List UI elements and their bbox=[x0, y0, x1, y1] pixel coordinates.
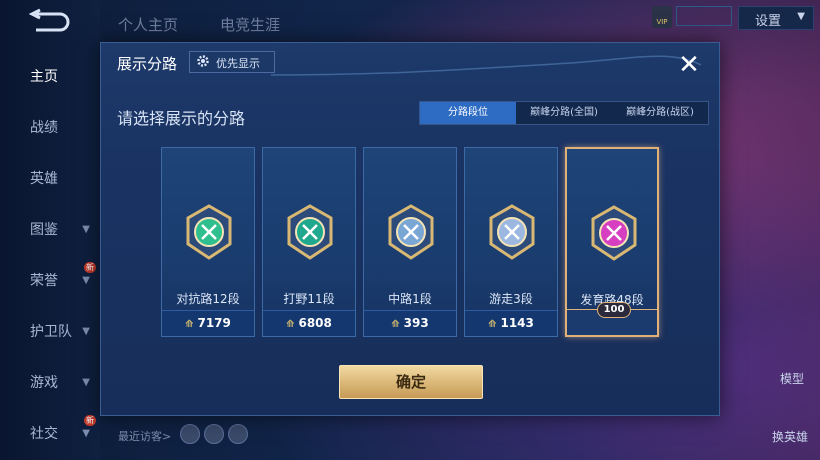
sidebar-item-label: 图鉴 bbox=[30, 222, 58, 238]
points-icon: ⟰ bbox=[286, 319, 295, 330]
lane-card[interactable]: 打野11段 ⟰ 6808 bbox=[262, 147, 356, 337]
roam-emblem bbox=[489, 204, 535, 260]
lane-points: ⟰ 1143 bbox=[465, 310, 557, 336]
visitor-avatar[interactable] bbox=[204, 424, 224, 444]
vip-badge: VIP bbox=[652, 6, 672, 28]
chevron-down-icon: ▼ bbox=[82, 376, 90, 388]
chevron-down-icon: ▼ bbox=[82, 325, 90, 337]
modal-subtitle: 请选择展示的分路 bbox=[117, 109, 246, 128]
lane-rank-label: 打野11段 bbox=[283, 292, 335, 306]
sidebar-item[interactable]: 英雄 bbox=[0, 158, 100, 198]
lane-card[interactable]: 对抗路12段 ⟰ 7179 bbox=[161, 147, 255, 337]
points-icon: ⟰ bbox=[488, 319, 497, 330]
chevron-down-icon: ▼ bbox=[82, 223, 90, 235]
lane-points: ⟰ 393 bbox=[364, 310, 456, 336]
modal-title: 展示分路 bbox=[117, 55, 178, 73]
lane-cards: 对抗路12段 ⟰ 7179 打野11段 ⟰ 6808 中路1段 ⟰ 393 游走3段 ⟰ 1143 发育… bbox=[161, 147, 661, 337]
points-value: 393 bbox=[403, 316, 429, 330]
settings-dropdown[interactable]: 设置 ▼ bbox=[738, 6, 814, 30]
sidebar-item[interactable]: 主页 bbox=[0, 56, 100, 96]
sidebar-item-label: 英雄 bbox=[30, 171, 58, 187]
chevron-down-icon: ▼ bbox=[797, 11, 805, 22]
sidebar-item[interactable]: 游戏 ▼ bbox=[0, 362, 100, 402]
vip-info-box[interactable] bbox=[676, 6, 732, 26]
points-icon: ⟰ bbox=[185, 319, 194, 330]
sidebar-item[interactable]: 图鉴 ▼ bbox=[0, 209, 100, 249]
lane-points: ⟰ 7179 bbox=[162, 310, 254, 336]
priority-label: 优先显示 bbox=[216, 57, 260, 70]
lane-points: ⟰ 6808 bbox=[263, 310, 355, 336]
lane-rank-label: 游走3段 bbox=[489, 292, 533, 306]
close-icon[interactable]: ✕ bbox=[671, 47, 707, 83]
chevron-down-icon: ▼ bbox=[82, 427, 90, 439]
sidebar-item-label: 荣誉 bbox=[30, 273, 58, 289]
farm-lane-emblem bbox=[591, 205, 637, 261]
points-value: 1143 bbox=[500, 316, 534, 330]
tab-lane-0[interactable]: 分路段位 bbox=[420, 102, 516, 124]
points-value: 6808 bbox=[298, 316, 332, 330]
points-icon: ⟰ bbox=[391, 319, 400, 330]
lane-display-modal: 展示分路 优先显示 ✕ 请选择展示的分路 分路段位 巅峰分路(全国) 巅峰分路(战区… bbox=[100, 42, 720, 416]
jungle-emblem bbox=[287, 204, 333, 260]
chevron-down-icon: ▼ bbox=[82, 274, 90, 286]
model-label[interactable]: 模型 bbox=[780, 370, 804, 387]
priority-display-button[interactable]: 优先显示 bbox=[189, 51, 275, 73]
clash-lane-emblem bbox=[186, 204, 232, 260]
decorative-swirl bbox=[271, 55, 702, 76]
points-value: 7179 bbox=[197, 316, 231, 330]
settings-label: 设置 bbox=[755, 14, 782, 29]
sidebar-item-label: 战绩 bbox=[30, 120, 58, 136]
sidebar-item[interactable]: 战绩 bbox=[0, 107, 100, 147]
lane-rank-label: 对抗路12段 bbox=[176, 292, 240, 306]
lane-points: 100 bbox=[567, 302, 657, 335]
lane-card[interactable]: 游走3段 ⟰ 1143 bbox=[464, 147, 558, 337]
confirm-button[interactable]: 确定 bbox=[339, 365, 483, 399]
sidebar-item-label: 主页 bbox=[30, 69, 58, 85]
visitor-avatar[interactable] bbox=[228, 424, 248, 444]
lane-rank-label: 中路1段 bbox=[388, 292, 432, 306]
rank-100-badge: 100 bbox=[597, 302, 631, 318]
sidebar-item[interactable]: 护卫队 ▼ bbox=[0, 311, 100, 351]
tab-lane-1[interactable]: 巅峰分路(全国) bbox=[516, 102, 612, 124]
sidebar-item[interactable]: 社交 ▼ 新 bbox=[0, 413, 100, 453]
sidebar-item[interactable]: 荣誉 ▼ 新 bbox=[0, 260, 100, 300]
back-icon[interactable] bbox=[26, 8, 70, 36]
tab-personal-home[interactable]: 个人主页 bbox=[118, 14, 178, 35]
new-badge: 新 bbox=[84, 415, 96, 426]
recent-visitors-label[interactable]: 最近访客> bbox=[118, 428, 171, 444]
sidebar-item-label: 游戏 bbox=[30, 375, 58, 391]
change-hero-label[interactable]: 换英雄 bbox=[772, 428, 808, 445]
sidebar-item-label: 社交 bbox=[30, 426, 58, 442]
tab-lane-2[interactable]: 巅峰分路(战区) bbox=[612, 102, 708, 124]
tab-esports-career[interactable]: 电竞生涯 bbox=[220, 14, 280, 35]
mid-lane-emblem bbox=[388, 204, 434, 260]
gear-icon bbox=[197, 55, 209, 67]
lane-card[interactable]: 发育路48段 100 bbox=[565, 147, 659, 337]
sidebar: 主页 战绩 英雄 图鉴 ▼ 荣誉 ▼ 新护卫队 ▼ 游戏 ▼ 社交 ▼ 新 bbox=[0, 0, 100, 460]
lane-tabs: 分路段位 巅峰分路(全国) 巅峰分路(战区) bbox=[419, 101, 709, 125]
lane-card[interactable]: 中路1段 ⟰ 393 bbox=[363, 147, 457, 337]
sidebar-item-label: 护卫队 bbox=[30, 324, 72, 340]
visitor-avatar[interactable] bbox=[180, 424, 200, 444]
new-badge: 新 bbox=[84, 262, 96, 273]
